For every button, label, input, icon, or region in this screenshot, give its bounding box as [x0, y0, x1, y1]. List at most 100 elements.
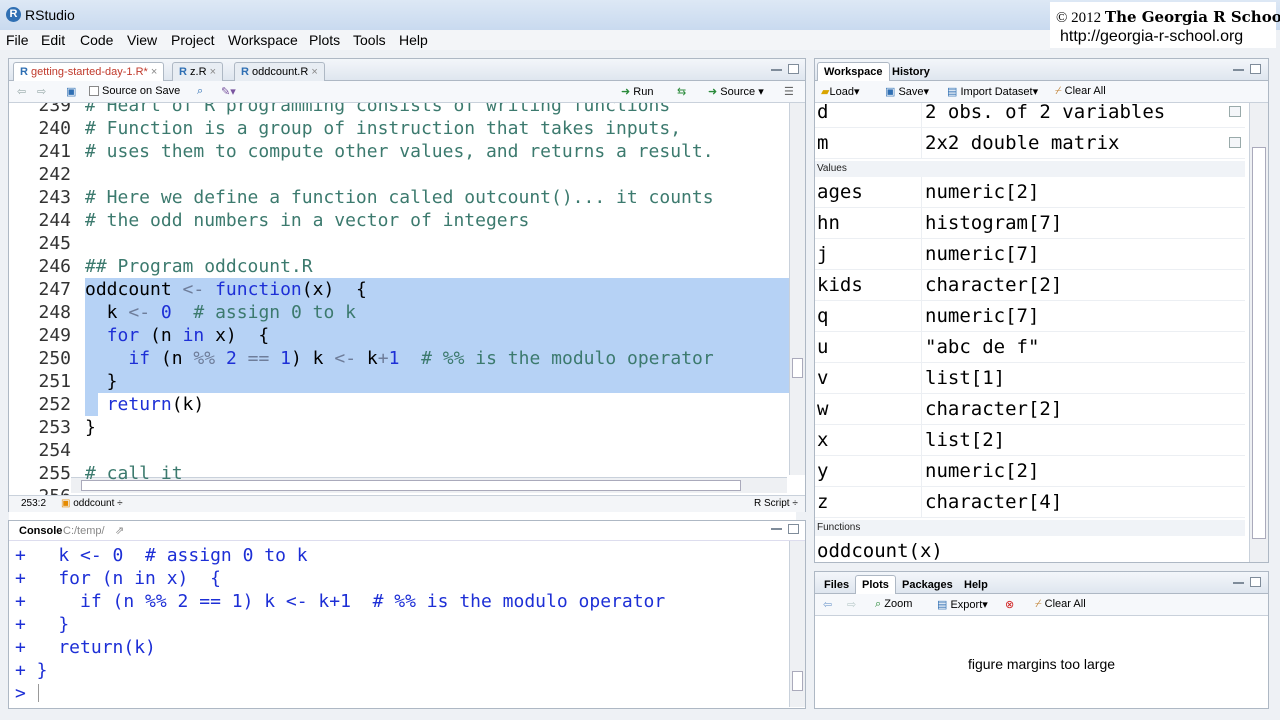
workspace-row[interactable]: x list[2] [815, 425, 1245, 456]
maximize-icon[interactable] [1250, 577, 1261, 587]
rerun-icon[interactable]: ⇆ [677, 85, 686, 98]
workspace-row[interactable]: j numeric[7] [815, 239, 1245, 270]
workspace-row[interactable]: kids character[2] [815, 270, 1245, 301]
close-icon[interactable]: × [311, 66, 317, 78]
code-line[interactable]: 251 } [9, 370, 796, 393]
workspace-row[interactable]: q numeric[7] [815, 301, 1245, 332]
code-line[interactable]: 243 # Here we define a function called ou… [9, 186, 796, 209]
workspace-row[interactable]: d 2 obs. of 2 variables [815, 103, 1245, 128]
maximize-icon[interactable] [1250, 64, 1261, 74]
tab-plots[interactable]: Plots [855, 575, 896, 595]
code-line[interactable]: 247 oddcount <- function(x) { [9, 278, 796, 301]
menu-help[interactable]: Help [399, 32, 428, 48]
code-line[interactable]: 242 [9, 163, 796, 186]
tab-z-r[interactable]: R z.R × [172, 62, 224, 81]
search-icon[interactable]: ⌕ [197, 85, 203, 98]
workspace-scrollbar[interactable] [1249, 103, 1268, 562]
menu-file[interactable]: File [6, 32, 29, 48]
function-name: oddcount(x) [817, 540, 943, 562]
back-arrow-icon[interactable]: ⇦ [823, 598, 832, 611]
minimize-icon[interactable] [1233, 68, 1244, 71]
maximize-icon[interactable] [788, 524, 799, 534]
code-line[interactable]: 249 for (n in x) { [9, 324, 796, 347]
tab-oddcount-r[interactable]: R oddcount.R × [234, 62, 325, 81]
forward-arrow-icon[interactable]: ⇨ [847, 598, 856, 611]
source-on-save-checkbox[interactable]: Source on Save [89, 85, 180, 97]
view-grid-icon[interactable] [1229, 106, 1241, 117]
minimize-icon[interactable] [771, 68, 782, 71]
code-editor[interactable]: 239 # Heart of R programming consists of … [9, 103, 796, 537]
magic-wand-icon[interactable]: ✎▾ [221, 85, 236, 98]
editor-vertical-scrollbar[interactable] [789, 103, 805, 475]
maximize-icon[interactable] [788, 64, 799, 74]
minimize-icon[interactable] [1233, 581, 1244, 584]
menu-code[interactable]: Code [80, 32, 113, 48]
save-icon[interactable]: ▣ [66, 85, 76, 98]
code-line[interactable]: 245 [9, 232, 796, 255]
workspace-row[interactable]: v list[1] [815, 363, 1245, 394]
go-to-directory-icon[interactable]: ⇗ [115, 524, 124, 537]
workspace-row[interactable]: w character[2] [815, 394, 1245, 425]
console-pane: Console C:/temp/ ⇗ + k <- 0 # assign 0 t… [8, 520, 806, 709]
tab-workspace[interactable]: Workspace [817, 62, 890, 82]
code-line[interactable]: 240 # Function is a group of instruction … [9, 117, 796, 140]
menu-plots[interactable]: Plots [309, 32, 340, 48]
console-output[interactable]: + k <- 0 # assign 0 to k + for (n in x) {… [9, 541, 789, 707]
source-arrow-icon: ➜ [708, 86, 718, 98]
clear-all-plots-button[interactable]: ⌿ Clear All [1035, 598, 1086, 611]
function-selector[interactable]: ▣ oddcount ÷ [61, 498, 123, 509]
tab-help[interactable]: Help [957, 575, 995, 594]
code-line[interactable]: 246 ## Program oddcount.R [9, 255, 796, 278]
close-icon[interactable]: × [210, 66, 216, 78]
workspace-row[interactable]: m 2x2 double matrix [815, 128, 1245, 159]
scroll-thumb[interactable] [792, 358, 803, 378]
load-button[interactable]: ▰Load▾ [821, 85, 859, 98]
export-button[interactable]: ▤ Export▾ [937, 598, 988, 611]
view-grid-icon[interactable] [1229, 137, 1241, 148]
clear-all-button[interactable]: ⌿ Clear All [1055, 85, 1106, 98]
code-line[interactable]: 241 # uses them to compute other values, … [9, 140, 796, 163]
source-button[interactable]: ➜ Source ▾ [708, 85, 764, 98]
tab-files[interactable]: Files [817, 575, 856, 594]
workspace-row[interactable]: y numeric[2] [815, 456, 1245, 487]
menu-bar: File Edit Code View Project Workspace Pl… [0, 30, 1050, 50]
close-icon[interactable]: × [151, 66, 157, 78]
workspace-toolbar: ▰Load▾ ▣ Save▾ ▤ Import Dataset▾ ⌿ Clear… [815, 81, 1268, 103]
tab-packages[interactable]: Packages [895, 575, 960, 594]
import-dataset-button[interactable]: ▤ Import Dataset▾ [947, 85, 1038, 98]
menu-view[interactable]: View [127, 32, 157, 48]
workspace-row[interactable]: z character[4] [815, 487, 1245, 518]
run-button[interactable]: ➜ Run [621, 85, 653, 98]
menu-tools[interactable]: Tools [353, 32, 386, 48]
outline-icon[interactable]: ☰ [784, 85, 794, 98]
menu-edit[interactable]: Edit [41, 32, 65, 48]
tab-getting-started[interactable]: R getting-started-day-1.R* × [13, 62, 165, 82]
code-line[interactable]: 253} [9, 416, 796, 439]
forward-arrow-icon[interactable]: ⇨ [37, 85, 46, 98]
code-text: } [85, 371, 118, 392]
scroll-thumb[interactable] [792, 671, 803, 691]
menu-project[interactable]: Project [171, 32, 215, 48]
scroll-thumb[interactable] [1252, 147, 1266, 539]
console-scrollbar[interactable] [789, 541, 805, 707]
code-line[interactable]: 239 # Heart of R programming consists of … [9, 103, 796, 117]
minimize-icon[interactable] [771, 527, 782, 530]
workspace-row[interactable]: ages numeric[2] [815, 177, 1245, 208]
code-line[interactable]: 252 return(k) [9, 393, 796, 416]
code-line[interactable]: 250 if (n %% 2 == 1) k <- k+1 # %% is th… [9, 347, 796, 370]
code-line[interactable]: 254 [9, 439, 796, 462]
code-line[interactable]: 248 k <- 0 # assign 0 to k [9, 301, 796, 324]
save-button[interactable]: ▣ Save▾ [885, 85, 929, 98]
file-type-selector[interactable]: R Script ÷ [754, 498, 798, 509]
console-cursor[interactable] [38, 684, 39, 702]
function-row[interactable]: oddcount(x) [815, 536, 1245, 563]
workspace-row[interactable]: u "abc de f" [815, 332, 1245, 363]
code-line[interactable]: 244 # the odd numbers in a vector of inte… [9, 209, 796, 232]
cursor-position: 253:2 [21, 498, 47, 509]
workspace-row[interactable]: hn histogram[7] [815, 208, 1245, 239]
tab-history[interactable]: History [885, 62, 937, 81]
back-arrow-icon[interactable]: ⇦ [17, 85, 26, 98]
menu-workspace[interactable]: Workspace [228, 32, 298, 48]
remove-plot-icon[interactable]: ⊗ [1005, 598, 1014, 611]
zoom-button[interactable]: ⌕ Zoom [875, 598, 912, 611]
